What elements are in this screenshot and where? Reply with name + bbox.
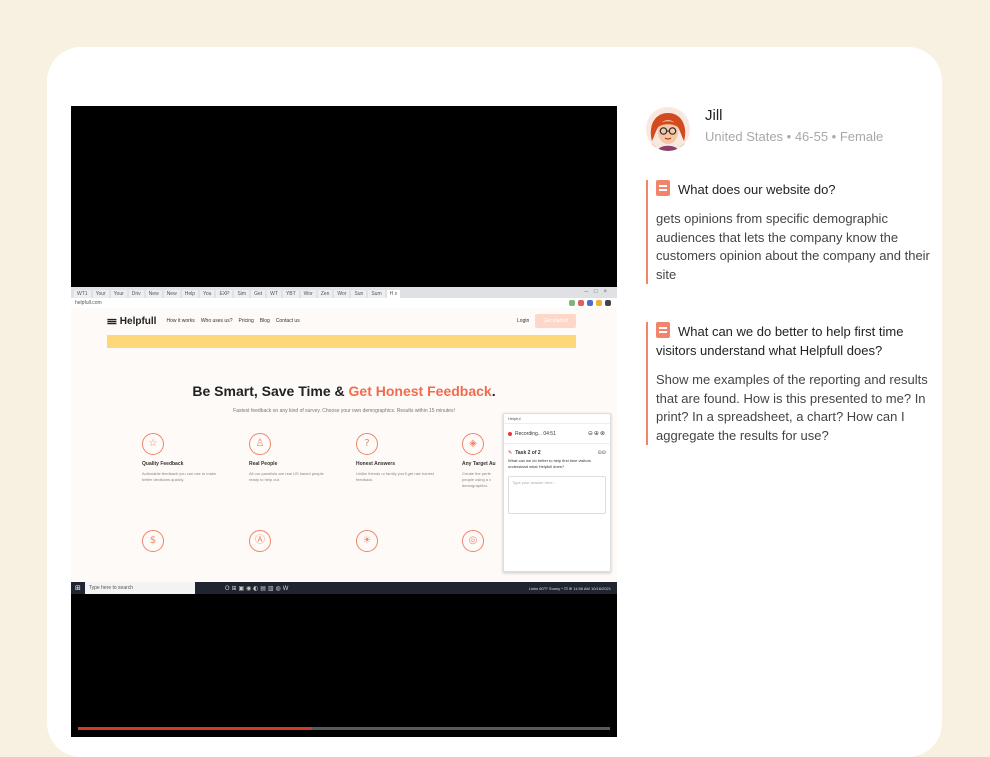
site-cta: Get started <box>535 314 576 328</box>
qa-answer: Show me examples of the reporting and re… <box>656 372 928 443</box>
browser-tab: WT <box>267 290 281 298</box>
taskbar-status: Links 60°F Sunny ^ ⊡ ⊕ 11:56 AM 10/16/20… <box>528 585 611 591</box>
record-dot-icon <box>508 431 512 436</box>
avatar-illustration <box>646 107 690 151</box>
taskbar-search: Type here to search <box>84 582 195 594</box>
lightbulb-icon: ☀ <box>356 530 378 552</box>
video-progress-bar[interactable] <box>78 727 610 730</box>
browser-tab: Sum <box>368 290 385 298</box>
browser-tab: Your <box>110 290 127 298</box>
recording-status: Recording... 04:51 ⊖⊕⊗ <box>504 424 610 444</box>
task-controls-icon: ⊙⊙ <box>597 450 606 456</box>
recorder-popup: Helpful Recording... 04:51 ⊖⊕⊗ ✎ Task 2 … <box>503 413 611 572</box>
browser-tab: Driv <box>128 290 144 298</box>
site-logo: Helpfull <box>119 315 157 327</box>
task-question: What can we do better to help first time… <box>508 458 591 469</box>
extension-icons <box>569 300 611 306</box>
avatar <box>646 107 690 151</box>
qa-question: What can we do better to help first time… <box>656 322 904 358</box>
profile-icon <box>605 300 611 306</box>
site-nav-link: Who uses us? <box>200 318 233 324</box>
browser-tab: EXP <box>216 290 233 298</box>
browser-tab: You <box>200 290 215 298</box>
site-nav: 𝍢 Helpfull How it works Who uses us? Pri… <box>107 313 576 328</box>
extension-icon <box>569 300 575 306</box>
extension-icon <box>578 300 584 306</box>
site-nav-link: How it works <box>166 318 195 324</box>
browser-tab-active: H x <box>386 290 401 298</box>
question-icon: ? <box>356 433 378 455</box>
document-icon <box>656 180 670 196</box>
video-progress-fill <box>78 727 313 730</box>
browser-tab: Wor <box>334 290 350 298</box>
taskbar-app-icons: O ⊞ ▣ ◉ ◐ ▤ ▥ ◍ W <box>224 584 289 592</box>
recorded-screen: WT1 Your Your Driv New New Help You EXP … <box>71 287 617 594</box>
site-hero-title: Be Smart, Save Time & Get Honest Feedbac… <box>192 383 496 399</box>
tester-profile: Jill United States • 46-55 • Female <box>646 106 906 154</box>
ab-test-icon: Ⓐ <box>249 530 271 552</box>
quality-icon: ☆ <box>142 433 164 455</box>
extension-icon <box>587 300 593 306</box>
qa-block: What does our website do? gets opinions … <box>646 180 936 284</box>
qa-question: What does our website do? <box>656 180 936 199</box>
recording-controls-icon: ⊖⊕⊗ <box>587 430 606 437</box>
window-controls-icon: –□× <box>584 289 613 295</box>
pencil-icon: ✎ <box>508 450 513 456</box>
windows-taskbar: ⊞ Type here to search O ⊞ ▣ ◉ ◐ ▤ ▥ ◍ W … <box>71 582 617 594</box>
tester-demographics: United States • 46-55 • Female <box>705 129 884 144</box>
task-label: ✎ Task 2 of 2 ⊙⊙ <box>508 450 606 456</box>
windows-icon: ⊞ <box>75 584 81 592</box>
qa-block: What can we do better to help first time… <box>646 322 936 445</box>
helpfull-logo-icon: 𝍢 <box>107 312 117 327</box>
browser-tab: Your <box>92 290 109 298</box>
tester-name: Jill <box>705 107 723 124</box>
qa-answer: gets opinions from specific demographic … <box>656 211 930 282</box>
browser-tab: Zen <box>317 290 333 298</box>
browser-tab: Sun <box>351 290 367 298</box>
address-text: helpfull.com <box>75 300 102 306</box>
site-nav-link: Contact us <box>275 318 300 324</box>
browser-tab: Help <box>181 290 198 298</box>
site-nav-link: Pricing <box>238 318 254 324</box>
savings-icon: $ <box>142 530 164 552</box>
browser-tab: Wor <box>300 290 316 298</box>
site-banner <box>107 335 576 348</box>
popup-header: Helpful <box>504 414 610 424</box>
browser-tab: Sim <box>234 290 250 298</box>
helpfull-site: 𝍢 Helpfull How it works Who uses us? Pri… <box>71 308 617 582</box>
target-icon: ◈ <box>462 433 484 455</box>
answer-field: Type your answer here... <box>508 476 606 514</box>
site-feature: ◈ Any Target Au Create the perfe people … <box>462 433 502 489</box>
browser-tab-strip: WT1 Your Your Driv New New Help You EXP … <box>71 287 617 298</box>
person-icon: ♙ <box>249 433 271 455</box>
browser-tab: WT1 <box>74 290 91 298</box>
browser-tab: New <box>145 290 162 298</box>
site-feature: ? Honest Answers Unlike friends or famil… <box>356 433 436 483</box>
browser-tab: New <box>163 290 180 298</box>
video-player[interactable]: WT1 Your Your Driv New New Help You EXP … <box>71 106 617 737</box>
site-nav-link: Blog <box>259 318 270 324</box>
browser-tab: YBT <box>282 290 299 298</box>
site-login: Login <box>517 318 530 324</box>
document-icon <box>656 322 670 338</box>
browser-tab: Get <box>251 290 266 298</box>
extension-icon <box>596 300 602 306</box>
chart-icon: ◎ <box>462 530 484 552</box>
site-feature: ☆ Quality Feedback Actionable feedback y… <box>142 433 222 483</box>
site-feature: ♙ Real People All our panelists are real… <box>249 433 329 483</box>
